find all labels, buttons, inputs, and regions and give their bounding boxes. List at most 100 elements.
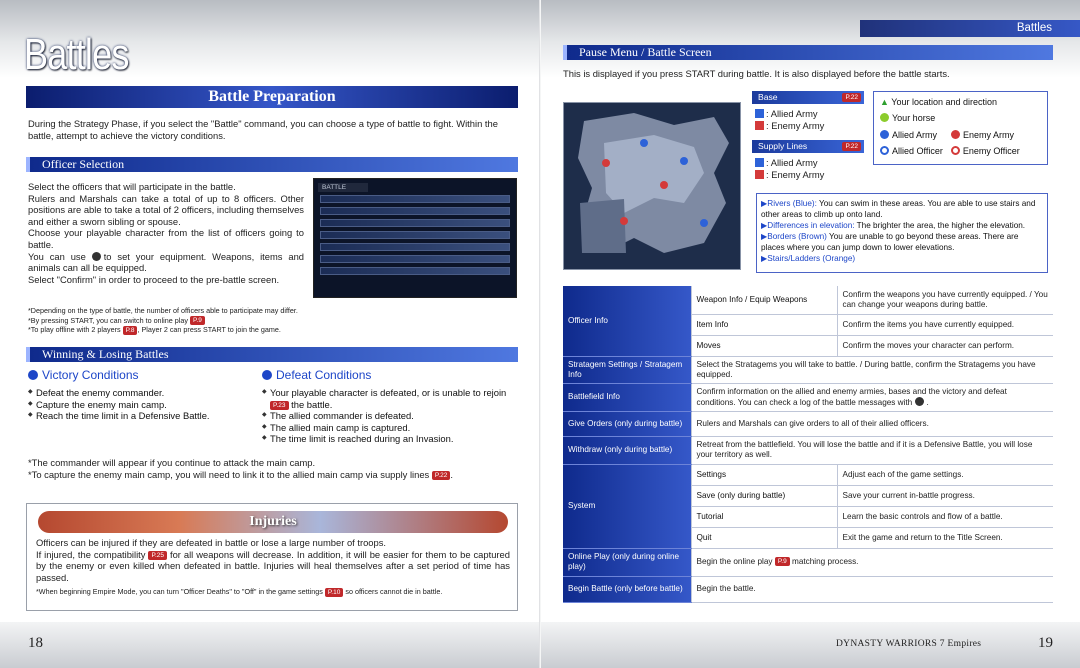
legend-allied-army-label: Allied Army [892, 130, 938, 140]
page-ref-badge: P.22 [431, 470, 451, 480]
row-label: Begin Battle (only before battle) [563, 576, 691, 603]
list-item: The allied main camp is captured. [262, 422, 518, 434]
page-ref-badge: P.10 [324, 587, 344, 597]
online-desc-b: matching process. [792, 557, 859, 566]
defeat-1-text: Your playable character is defeated, or … [270, 387, 507, 398]
blue-square-icon [755, 158, 764, 167]
row-label: Give Orders (only during battle) [563, 411, 691, 437]
injuries-banner: Injuries [38, 511, 508, 533]
list-item: Defeat the enemy commander. [28, 387, 258, 399]
row-desc: Select the Stratagems you will take to b… [690, 356, 1053, 384]
screenshot-rows [320, 195, 510, 291]
stairs-label: Stairs/Ladders (Orange) [767, 254, 856, 263]
defeat-1-tail: the battle. [291, 398, 333, 410]
page-ref-badge: P.9 [774, 557, 790, 567]
victory-list: Defeat the enemy commander. Capture the … [28, 387, 258, 422]
row-desc: Begin the battle. [690, 576, 1053, 603]
legend-horse-label: Your horse [892, 113, 936, 123]
borders-item: ▶Borders (Brown) You are unable to go be… [761, 231, 1043, 253]
allied-officer-icon [880, 146, 889, 155]
legend-officers: Allied Officer Enemy Officer [880, 145, 1041, 157]
officer-p2: Rulers and Marshals can take a total of … [28, 192, 304, 227]
row-option: Save (only during battle) [690, 485, 837, 507]
intro-text: During the Strategy Phase, if you select… [28, 118, 498, 141]
rivers-label: Rivers (Blue): [767, 199, 817, 208]
row-desc: Confirm the weapons you have currently e… [836, 286, 1053, 315]
blue-square-icon [755, 109, 764, 118]
legend-location: ▲ Your location and direction [880, 96, 1041, 108]
list-item: The allied commander is defeated. [262, 410, 518, 422]
legend-horse: Your horse [880, 112, 1041, 124]
injuries-p2a: If injured, the compatibility [36, 548, 146, 560]
enemy-dot-icon [951, 130, 961, 139]
table-row: Stratagem Settings / Stratagem Info Selec… [563, 356, 1053, 384]
table-row: Online Play (only during online play) Beg… [563, 548, 1053, 577]
table-row: Battlefield Info Confirm information on t… [563, 383, 1053, 412]
elevation-text: The brighter the area, the higher the el… [856, 221, 1026, 230]
page-ref-badge: P.23 [270, 400, 289, 410]
row-option: Quit [690, 527, 837, 549]
enemy-army-label: Enemy Army [771, 168, 825, 180]
table-row: Officer Info Weapon Info / Equip Weapons C… [563, 286, 1053, 357]
red-square-icon [755, 120, 764, 130]
injuries-note-b: so officers cannot die in battle. [345, 587, 443, 596]
supply-label: Supply Lines [758, 141, 808, 151]
map-symbol-legend: ▲ Your location and direction Your horse… [873, 91, 1048, 165]
footer-game-title: DYNASTY WARRIORS 7 Empires [836, 639, 982, 649]
horse-dot-icon [880, 113, 889, 122]
row-option: Weapon Info / Equip Weapons [690, 286, 837, 315]
supply-legend: : Allied Army : Enemy Army [755, 157, 865, 180]
defeat-conditions-heading: Defeat Conditions [262, 368, 371, 382]
note-3: *To play offline with 2 players P.8, Pla… [28, 325, 518, 335]
capture-note-text: *To capture the enemy main camp, you wil… [28, 468, 430, 480]
officer-p1: Select the officers that will participat… [28, 181, 236, 192]
note-3-text-b: , Player 2 can press START to join the g… [137, 325, 281, 335]
legend-enemy-army: : Enemy Army [755, 169, 865, 181]
base-label: Base [758, 92, 778, 102]
officer-selection-text: Select the officers that will participat… [28, 181, 304, 285]
row-desc: Learn the basic controls and flow of a b… [836, 506, 1053, 528]
supply-lines-legend-tab: Supply Lines P.22 [752, 140, 864, 153]
note-1: *Depending on the type of battle, the nu… [28, 306, 298, 315]
injuries-p2: If injured, the compatibility P.25 for a… [36, 549, 510, 584]
pause-menu-heading: Pause Menu / Battle Screen [563, 45, 1053, 60]
injuries-note: *When beginning Empire Mode, you can tur… [36, 587, 510, 597]
officer-p4: You can use to set your equipment. Weapo… [28, 251, 304, 274]
bullet-icon [28, 370, 38, 380]
red-square-icon [755, 169, 764, 179]
officer-p3: Choose your playable character from the … [28, 227, 304, 250]
battle-preparation-banner: Battle Preparation [26, 86, 518, 108]
victory-conditions-heading: Victory Conditions [28, 368, 139, 382]
note-2-text: *By pressing START, you can switch to on… [28, 315, 188, 325]
page-number-left: 18 [28, 635, 43, 651]
list-item: Capture the enemy main camp. [28, 399, 258, 411]
row-option: Tutorial [690, 506, 837, 528]
victory-title: Victory Conditions [42, 368, 139, 382]
legend-allied-army: : Allied Army [755, 157, 865, 169]
list-item: Your playable character is defeated, or … [262, 387, 518, 410]
note-2: *By pressing START, you can switch to on… [28, 316, 518, 326]
row-desc: Begin the online play P.9 matching proce… [690, 548, 1053, 577]
legend-enemy-army-label: Enemy Army [963, 130, 1015, 140]
table-row: Give Orders (only during battle) Rulers a… [563, 411, 1053, 437]
legend-armies: Allied Army Enemy Army [880, 129, 1041, 141]
legend-location-label: Your location and direction [891, 97, 998, 107]
button-icon [914, 396, 924, 406]
page-ref-badge: P.22 [842, 142, 861, 151]
legend-allied-officer-label: Allied Officer [892, 146, 943, 156]
table-row: Begin Battle (only before battle) Begin t… [563, 576, 1053, 603]
allied-dot-icon [880, 130, 889, 139]
row-label: Withdraw (only during battle) [563, 436, 691, 465]
enemy-army-label: Enemy Army [771, 119, 825, 131]
row-desc: Confirm the moves your character can per… [836, 335, 1053, 357]
triangle-icon: ▲ [880, 97, 889, 107]
pause-intro: This is displayed if you press START dur… [563, 68, 950, 79]
row-desc: Save your current in-battle progress. [836, 485, 1053, 507]
battle-screenshot: BATTLE [313, 178, 517, 298]
row-option: Item Info [690, 314, 837, 336]
enemy-officer-icon [950, 146, 960, 155]
page-ref-badge: P.8 [122, 325, 138, 335]
list-item: The time limit is reached during an Inva… [262, 433, 518, 445]
officer-p4a: You can use [28, 250, 86, 262]
officer-notes: *Depending on the type of battle, the nu… [28, 306, 518, 335]
